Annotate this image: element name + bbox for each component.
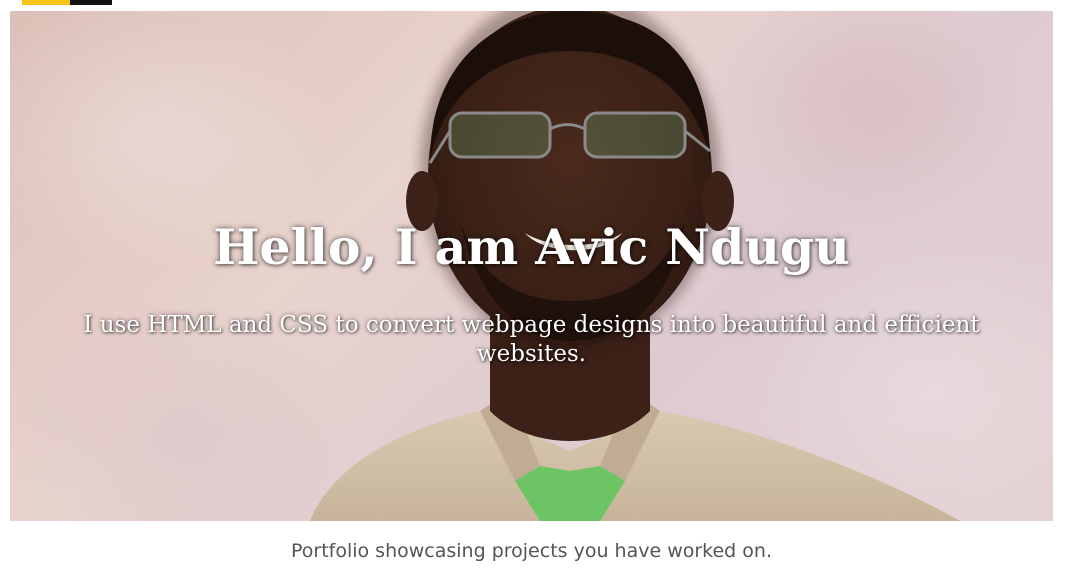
hero-subheadline: I use HTML and CSS to convert webpage de… <box>83 312 980 367</box>
page: Hello, I am Avic Ndugu I use HTML and CS… <box>0 0 1073 578</box>
site-logo[interactable] <box>22 0 112 5</box>
hero-section: Hello, I am Avic Ndugu I use HTML and CS… <box>10 11 1053 521</box>
logo-black-bar <box>70 0 112 5</box>
hero-headline: Hello, I am Avic Ndugu <box>213 218 850 276</box>
portfolio-caption: Portfolio showcasing projects you have w… <box>290 540 772 562</box>
hero-text-overlay: Hello, I am Avic Ndugu I use HTML and CS… <box>10 11 1053 521</box>
logo-yellow-bar <box>22 0 70 5</box>
